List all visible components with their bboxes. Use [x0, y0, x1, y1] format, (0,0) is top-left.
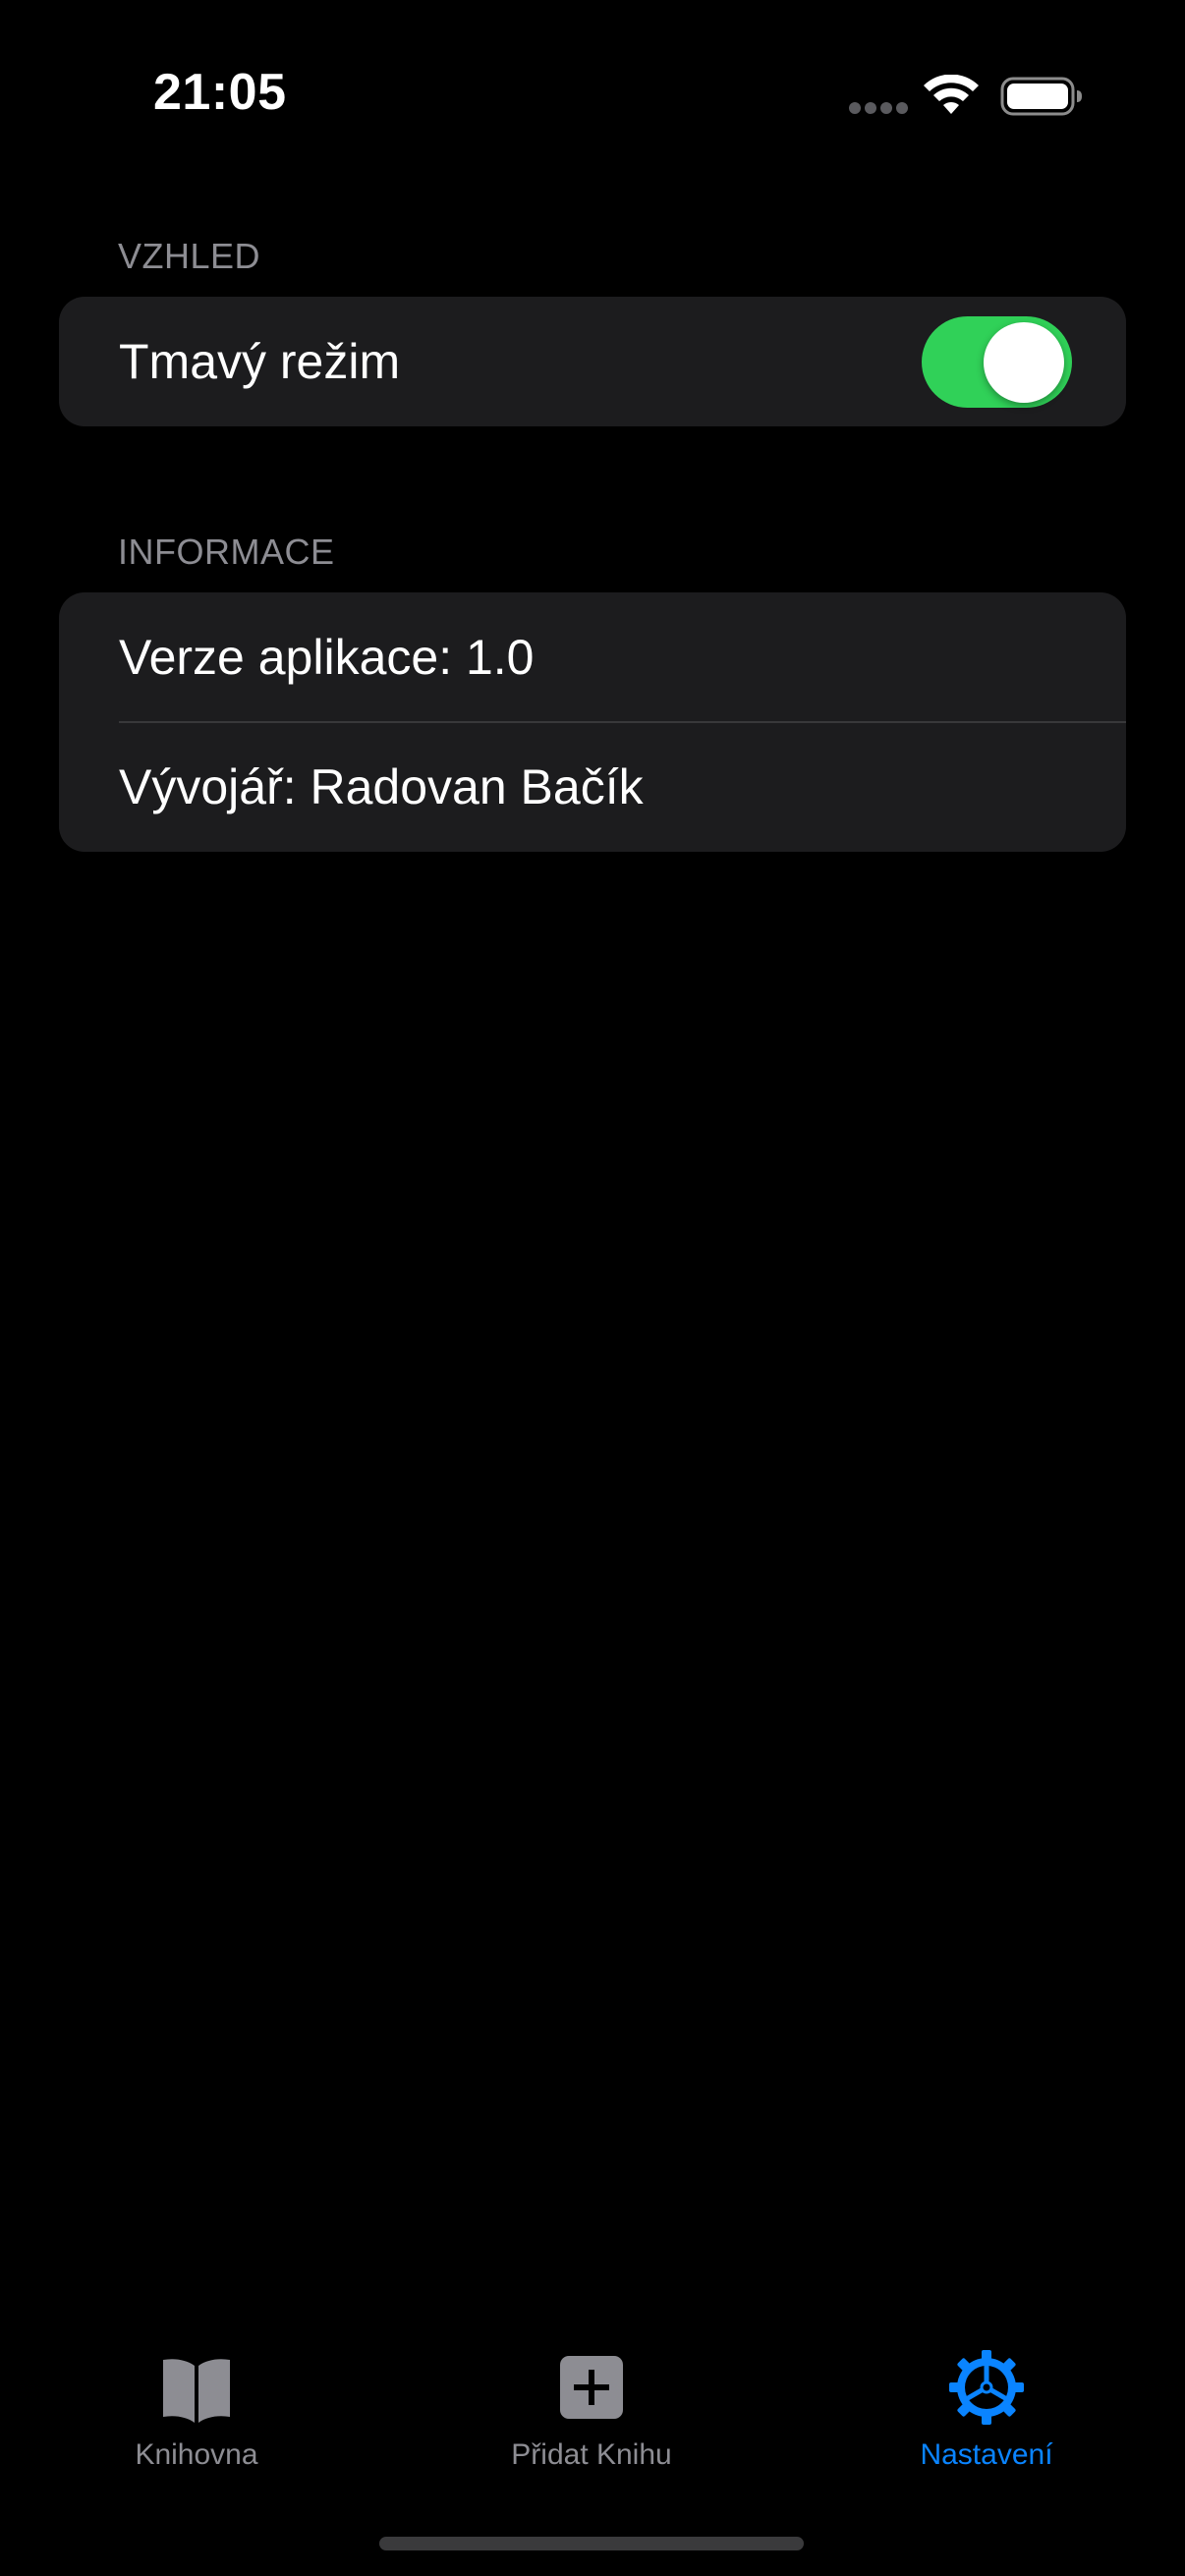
gear-icon [949, 2350, 1024, 2425]
developer-label: Vývojář: Radovan Bačík [119, 759, 644, 814]
wifi-icon [924, 75, 979, 114]
dark-mode-toggle[interactable] [922, 316, 1072, 408]
cellular-dots-icon [849, 102, 908, 116]
dark-mode-row: Tmavý režim [59, 297, 1126, 426]
tab-add-book[interactable]: Přidat Knihu [444, 2348, 739, 2495]
home-indicator [379, 2537, 804, 2550]
version-row: Verze aplikace: 1.0 [59, 592, 1126, 722]
dark-mode-label: Tmavý režim [119, 334, 401, 389]
plus-square-icon [560, 2356, 623, 2419]
info-group: Verze aplikace: 1.0 Vývojář: Radovan Bač… [59, 592, 1126, 852]
section-header-info: INFORMACE [118, 532, 335, 572]
tab-label-library: Knihovna [135, 2438, 258, 2471]
tab-label-settings: Nastavení [920, 2438, 1053, 2471]
battery-full-icon [1000, 77, 1082, 116]
tab-settings[interactable]: Nastavení [839, 2348, 1134, 2495]
tab-label-add-book: Přidat Knihu [511, 2438, 672, 2471]
version-label: Verze aplikace: 1.0 [119, 630, 535, 685]
developer-row: Vývojář: Radovan Bačík [59, 722, 1126, 852]
status-time: 21:05 [153, 64, 287, 121]
status-bar: 21:05 [0, 0, 1185, 147]
book-icon [163, 2359, 230, 2423]
tab-library[interactable]: Knihovna [49, 2348, 344, 2495]
section-header-appearance: VZHLED [118, 236, 261, 276]
appearance-group: Tmavý režim [59, 297, 1126, 426]
toggle-knob [984, 322, 1064, 403]
